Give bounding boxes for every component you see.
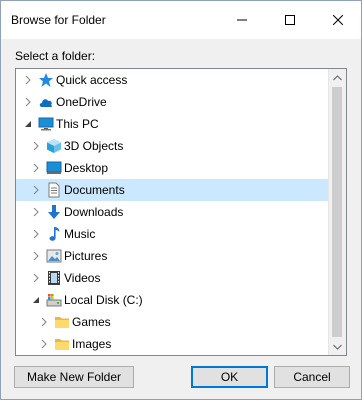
star-icon [39,73,53,87]
tree-item-label: Videos [64,271,101,285]
folder-icon [55,339,69,350]
chevron-up-icon [333,74,342,80]
computer-icon [38,117,54,131]
select-folder-prompt: Select a folder: [15,49,96,63]
collapse-arrow-icon[interactable] [23,119,33,129]
folder-icon [55,317,69,328]
drive-icon [46,294,62,307]
music-icon [49,227,60,241]
expand-arrow-icon[interactable] [23,75,33,85]
expand-arrow-icon[interactable] [31,207,41,217]
expand-arrow-icon[interactable] [23,97,33,107]
document-icon [48,182,60,198]
close-icon [333,15,343,25]
chevron-down-icon [333,344,342,350]
tree-item-quick-access[interactable]: Quick access [16,69,330,91]
scrollbar-thumb[interactable] [332,87,342,337]
tree-item-label: Desktop [64,161,109,175]
tree-item-games[interactable]: Games [16,311,330,333]
expand-arrow-icon[interactable] [31,163,41,173]
make-new-folder-button[interactable]: Make New Folder [14,366,134,388]
title-bar: Browse for Folder [1,1,361,39]
minimize-icon [237,19,247,21]
maximize-button[interactable] [267,1,313,39]
picture-icon [46,249,62,263]
tree-item-label: OneDrive [56,95,107,109]
tree-item-label: Downloads [64,205,124,219]
tree-item-pictures[interactable]: Pictures [16,245,330,267]
cancel-button[interactable]: Cancel [274,366,350,388]
collapse-arrow-icon[interactable] [31,295,41,305]
expand-arrow-icon[interactable] [31,185,41,195]
window-title: Browse for Folder [11,13,106,27]
vertical-scrollbar[interactable] [328,69,346,355]
tree-item-onedrive[interactable]: OneDrive [16,91,330,113]
tree-item-label: Quick access [56,73,128,87]
tree-item-3d-objects[interactable]: 3D Objects [16,135,330,157]
folder-tree[interactable]: Quick access OneDrive This PC 3D Objects… [15,68,347,356]
desktop-icon [46,161,62,174]
tree-item-documents[interactable]: Documents [16,179,330,201]
tree-item-label: 3D Objects [64,139,124,153]
expand-arrow-icon[interactable] [39,317,49,327]
expand-arrow-icon[interactable] [31,251,41,261]
tree-item-this-pc[interactable]: This PC [16,113,330,135]
tree-item-label: This PC [56,117,99,131]
expand-arrow-icon[interactable] [31,229,41,239]
video-icon [48,271,60,285]
cube-icon [47,139,61,153]
minimize-button[interactable] [219,1,265,39]
maximize-icon [285,15,295,25]
expand-arrow-icon[interactable] [31,141,41,151]
download-icon [48,205,60,219]
tree-item-desktop[interactable]: Desktop [16,157,330,179]
tree-item-label: Games [72,315,111,329]
tree-item-label: Documents [64,183,125,197]
tree-item-label: Images [72,337,112,351]
scroll-down-button[interactable] [329,338,346,355]
tree-item-videos[interactable]: Videos [16,267,330,289]
tree-item-label: Pictures [64,249,108,263]
ok-button[interactable]: OK [191,366,268,388]
expand-arrow-icon[interactable] [39,339,49,349]
tree-item-label: Music [64,227,96,241]
tree-item-label: Local Disk (C:) [64,293,143,307]
tree-item-downloads[interactable]: Downloads [16,201,330,223]
cloud-icon [39,99,53,107]
tree-item-local-disk-c[interactable]: Local Disk (C:) [16,289,330,311]
browse-for-folder-dialog: Browse for Folder Select a folder: Quick… [0,0,362,400]
close-button[interactable] [315,1,361,39]
tree-item-music[interactable]: Music [16,223,330,245]
scroll-up-button[interactable] [329,69,346,86]
tree-item-images[interactable]: Images [16,333,330,355]
expand-arrow-icon[interactable] [31,273,41,283]
